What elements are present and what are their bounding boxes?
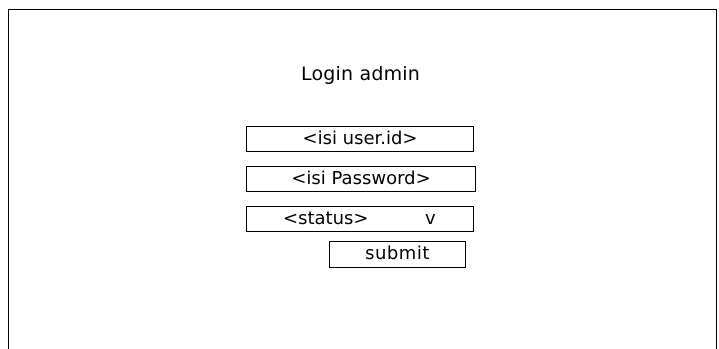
- login-window: Login admin <isi user.id> <isi Password>…: [8, 9, 717, 349]
- status-select[interactable]: <status> v: [246, 206, 474, 232]
- submit-button[interactable]: submit: [329, 241, 466, 268]
- user-id-field[interactable]: <isi user.id>: [246, 126, 474, 152]
- page-title: Login admin: [301, 63, 421, 85]
- chevron-down-icon: v: [425, 208, 436, 229]
- password-field[interactable]: <isi Password>: [246, 166, 476, 192]
- status-select-label: <status>: [283, 208, 369, 229]
